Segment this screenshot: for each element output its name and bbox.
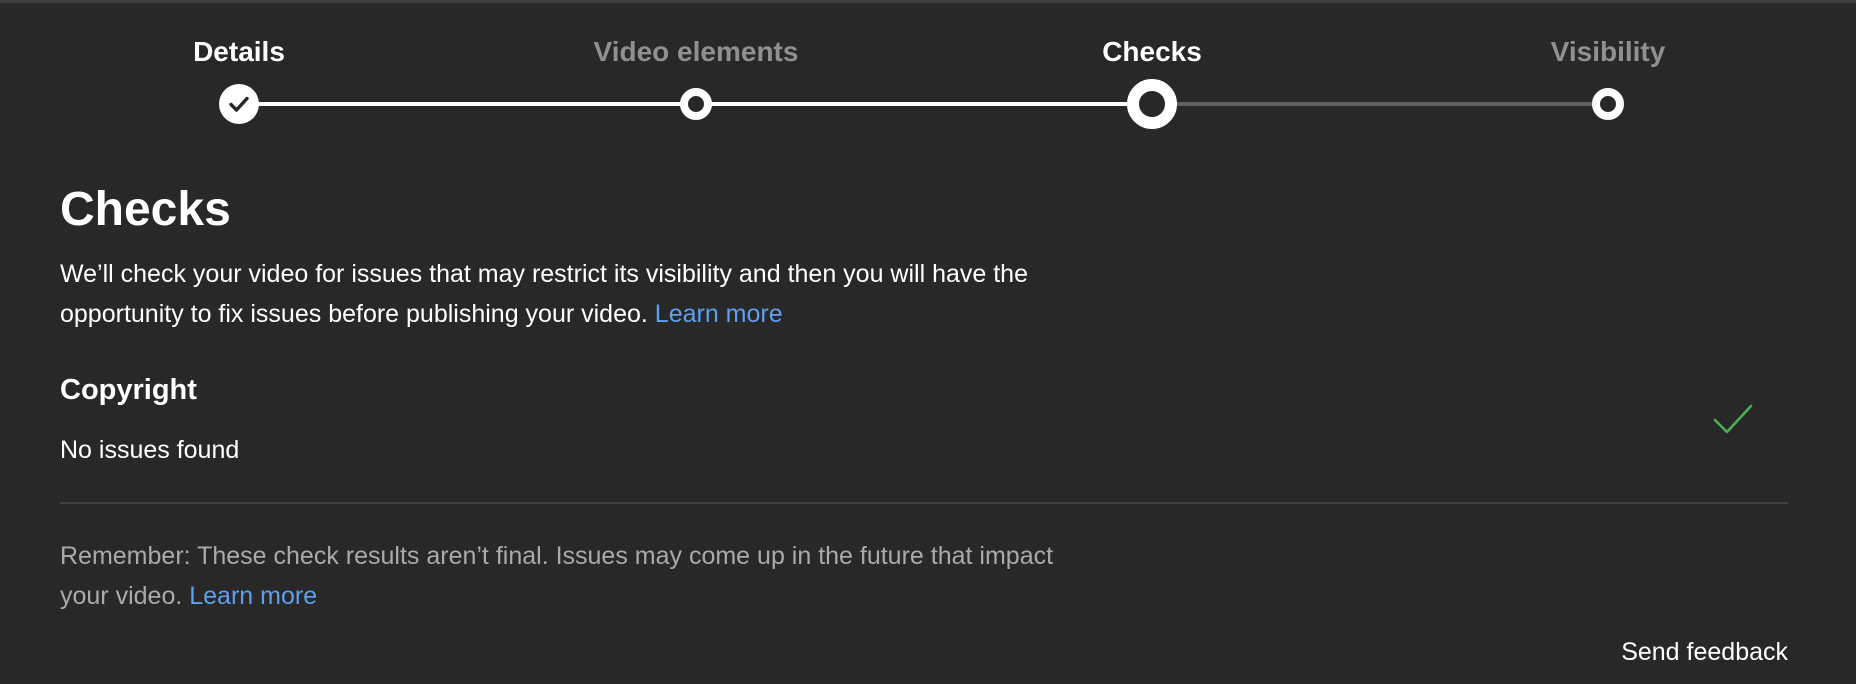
- step-label-details[interactable]: Details: [89, 34, 389, 70]
- copyright-section-title: Copyright: [60, 374, 197, 406]
- step-node-visibility[interactable]: [1592, 88, 1624, 120]
- learn-more-link[interactable]: Learn more: [655, 300, 783, 328]
- checks-description-text: We’ll check your video for issues that m…: [60, 260, 1028, 328]
- section-divider: [60, 502, 1788, 504]
- stepper-track-completed: [239, 102, 696, 106]
- page-title: Checks: [60, 183, 231, 236]
- step-label-checks[interactable]: Checks: [1002, 34, 1302, 70]
- stepper-track-remaining: [1152, 102, 1608, 106]
- step-label-visibility[interactable]: Visibility: [1458, 34, 1758, 70]
- step-node-details[interactable]: [219, 84, 259, 124]
- reminder-learn-more-link[interactable]: Learn more: [189, 582, 317, 610]
- step-label-video-elements[interactable]: Video elements: [546, 34, 846, 70]
- upload-stepper: Details Video elements Checks Visibility: [0, 0, 1856, 140]
- checks-description: We’ll check your video for issues that m…: [60, 254, 1100, 334]
- copyright-status: No issues found: [60, 436, 240, 464]
- send-feedback-button[interactable]: Send feedback: [1621, 634, 1788, 670]
- checkmark-icon: [229, 96, 249, 112]
- step-node-checks[interactable]: [1127, 79, 1177, 129]
- checkmark-icon: [1713, 404, 1753, 434]
- step-node-video-elements[interactable]: [680, 88, 712, 120]
- stepper-track-completed: [696, 102, 1152, 106]
- reminder-note: Remember: These check results aren’t fin…: [60, 536, 1060, 616]
